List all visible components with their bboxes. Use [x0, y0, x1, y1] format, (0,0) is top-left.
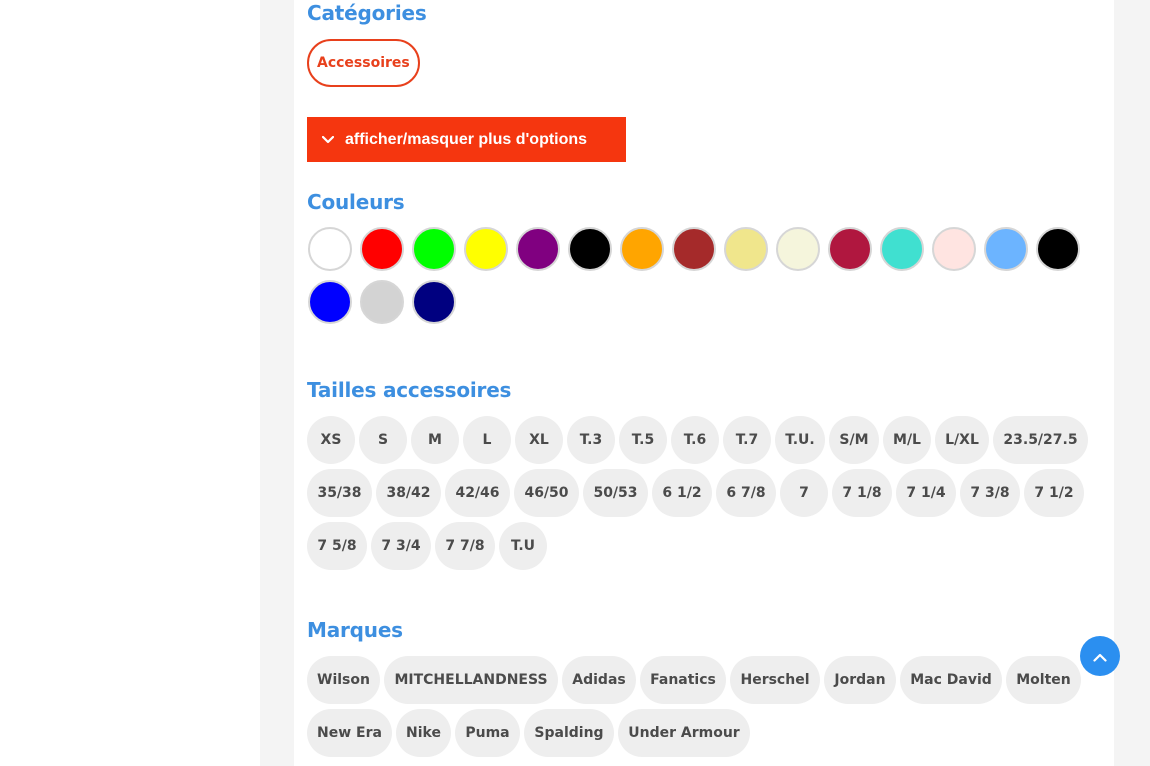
- color-swatch[interactable]: [308, 280, 352, 324]
- brand-chip[interactable]: Nike: [396, 709, 451, 757]
- color-swatch[interactable]: [412, 280, 456, 324]
- size-chip[interactable]: 7: [780, 469, 828, 517]
- color-swatch[interactable]: [308, 227, 352, 271]
- sizes-title: Tailles accessoires: [307, 378, 512, 402]
- brand-chip[interactable]: Spalding: [524, 709, 614, 757]
- size-chip[interactable]: 7 5/8: [307, 522, 367, 570]
- size-chip[interactable]: 7 3/8: [960, 469, 1020, 517]
- color-swatch[interactable]: [412, 227, 456, 271]
- size-chip[interactable]: T.U.: [775, 416, 825, 464]
- color-swatch[interactable]: [932, 227, 976, 271]
- size-chip[interactable]: L: [463, 416, 511, 464]
- color-swatch[interactable]: [880, 227, 924, 271]
- brand-chip[interactable]: Fanatics: [640, 656, 726, 704]
- color-swatch[interactable]: [672, 227, 716, 271]
- brand-chip[interactable]: Molten: [1006, 656, 1081, 704]
- size-chip[interactable]: 38/42: [376, 469, 441, 517]
- category-chip-accessoires[interactable]: Accessoires: [307, 39, 420, 87]
- size-chip[interactable]: 50/53: [583, 469, 648, 517]
- size-chip[interactable]: 6 7/8: [716, 469, 776, 517]
- categories-title: Catégories: [307, 1, 427, 25]
- back-to-top-button[interactable]: [1080, 636, 1120, 676]
- brand-chip[interactable]: Puma: [455, 709, 520, 757]
- brand-chip[interactable]: Under Armour: [618, 709, 750, 757]
- chevron-up-icon: [1093, 647, 1107, 666]
- brand-chip[interactable]: MITCHELLANDNESS: [384, 656, 558, 704]
- toggle-more-options-label: afficher/masquer plus d'options: [345, 130, 588, 148]
- size-chip[interactable]: 46/50: [514, 469, 579, 517]
- size-chip[interactable]: 7 1/2: [1024, 469, 1084, 517]
- size-chip[interactable]: 7 1/4: [896, 469, 956, 517]
- brand-chip[interactable]: Jordan: [824, 656, 896, 704]
- color-swatch[interactable]: [984, 227, 1028, 271]
- size-chip[interactable]: T.3: [567, 416, 615, 464]
- color-swatch[interactable]: [620, 227, 664, 271]
- color-swatch[interactable]: [360, 227, 404, 271]
- size-chip[interactable]: M/L: [883, 416, 931, 464]
- color-swatch[interactable]: [568, 227, 612, 271]
- brand-chip[interactable]: New Era: [307, 709, 392, 757]
- size-chip[interactable]: T.6: [671, 416, 719, 464]
- size-chip[interactable]: 7 7/8: [435, 522, 495, 570]
- size-chip[interactable]: 35/38: [307, 469, 372, 517]
- size-chip[interactable]: 23.5/27.5: [993, 416, 1088, 464]
- color-swatch[interactable]: [776, 227, 820, 271]
- color-swatch[interactable]: [724, 227, 768, 271]
- size-chip[interactable]: 7 1/8: [832, 469, 892, 517]
- size-chip[interactable]: L/XL: [935, 416, 989, 464]
- size-chip[interactable]: 7 3/4: [371, 522, 431, 570]
- size-chip[interactable]: XL: [515, 416, 563, 464]
- color-swatch[interactable]: [360, 280, 404, 324]
- size-chip[interactable]: M: [411, 416, 459, 464]
- colors-title: Couleurs: [307, 190, 405, 214]
- size-chip[interactable]: 42/46: [445, 469, 510, 517]
- brand-chip[interactable]: Wilson: [307, 656, 380, 704]
- color-swatch[interactable]: [1036, 227, 1080, 271]
- color-swatch[interactable]: [828, 227, 872, 271]
- size-chip[interactable]: 6 1/2: [652, 469, 712, 517]
- color-swatch[interactable]: [516, 227, 560, 271]
- color-swatch[interactable]: [464, 227, 508, 271]
- size-chip[interactable]: T.7: [723, 416, 771, 464]
- brand-chip[interactable]: Adidas: [562, 656, 636, 704]
- brand-chip[interactable]: Mac David: [900, 656, 1002, 704]
- toggle-more-options-button[interactable]: afficher/masquer plus d'options: [307, 117, 626, 162]
- size-chip[interactable]: XS: [307, 416, 355, 464]
- size-chip[interactable]: T.5: [619, 416, 667, 464]
- size-chip[interactable]: S/M: [829, 416, 879, 464]
- size-chip[interactable]: S: [359, 416, 407, 464]
- chevron-down-icon: [321, 131, 335, 149]
- size-chip[interactable]: T.U: [499, 522, 547, 570]
- brand-chip[interactable]: Herschel: [730, 656, 820, 704]
- brands-title: Marques: [307, 618, 403, 642]
